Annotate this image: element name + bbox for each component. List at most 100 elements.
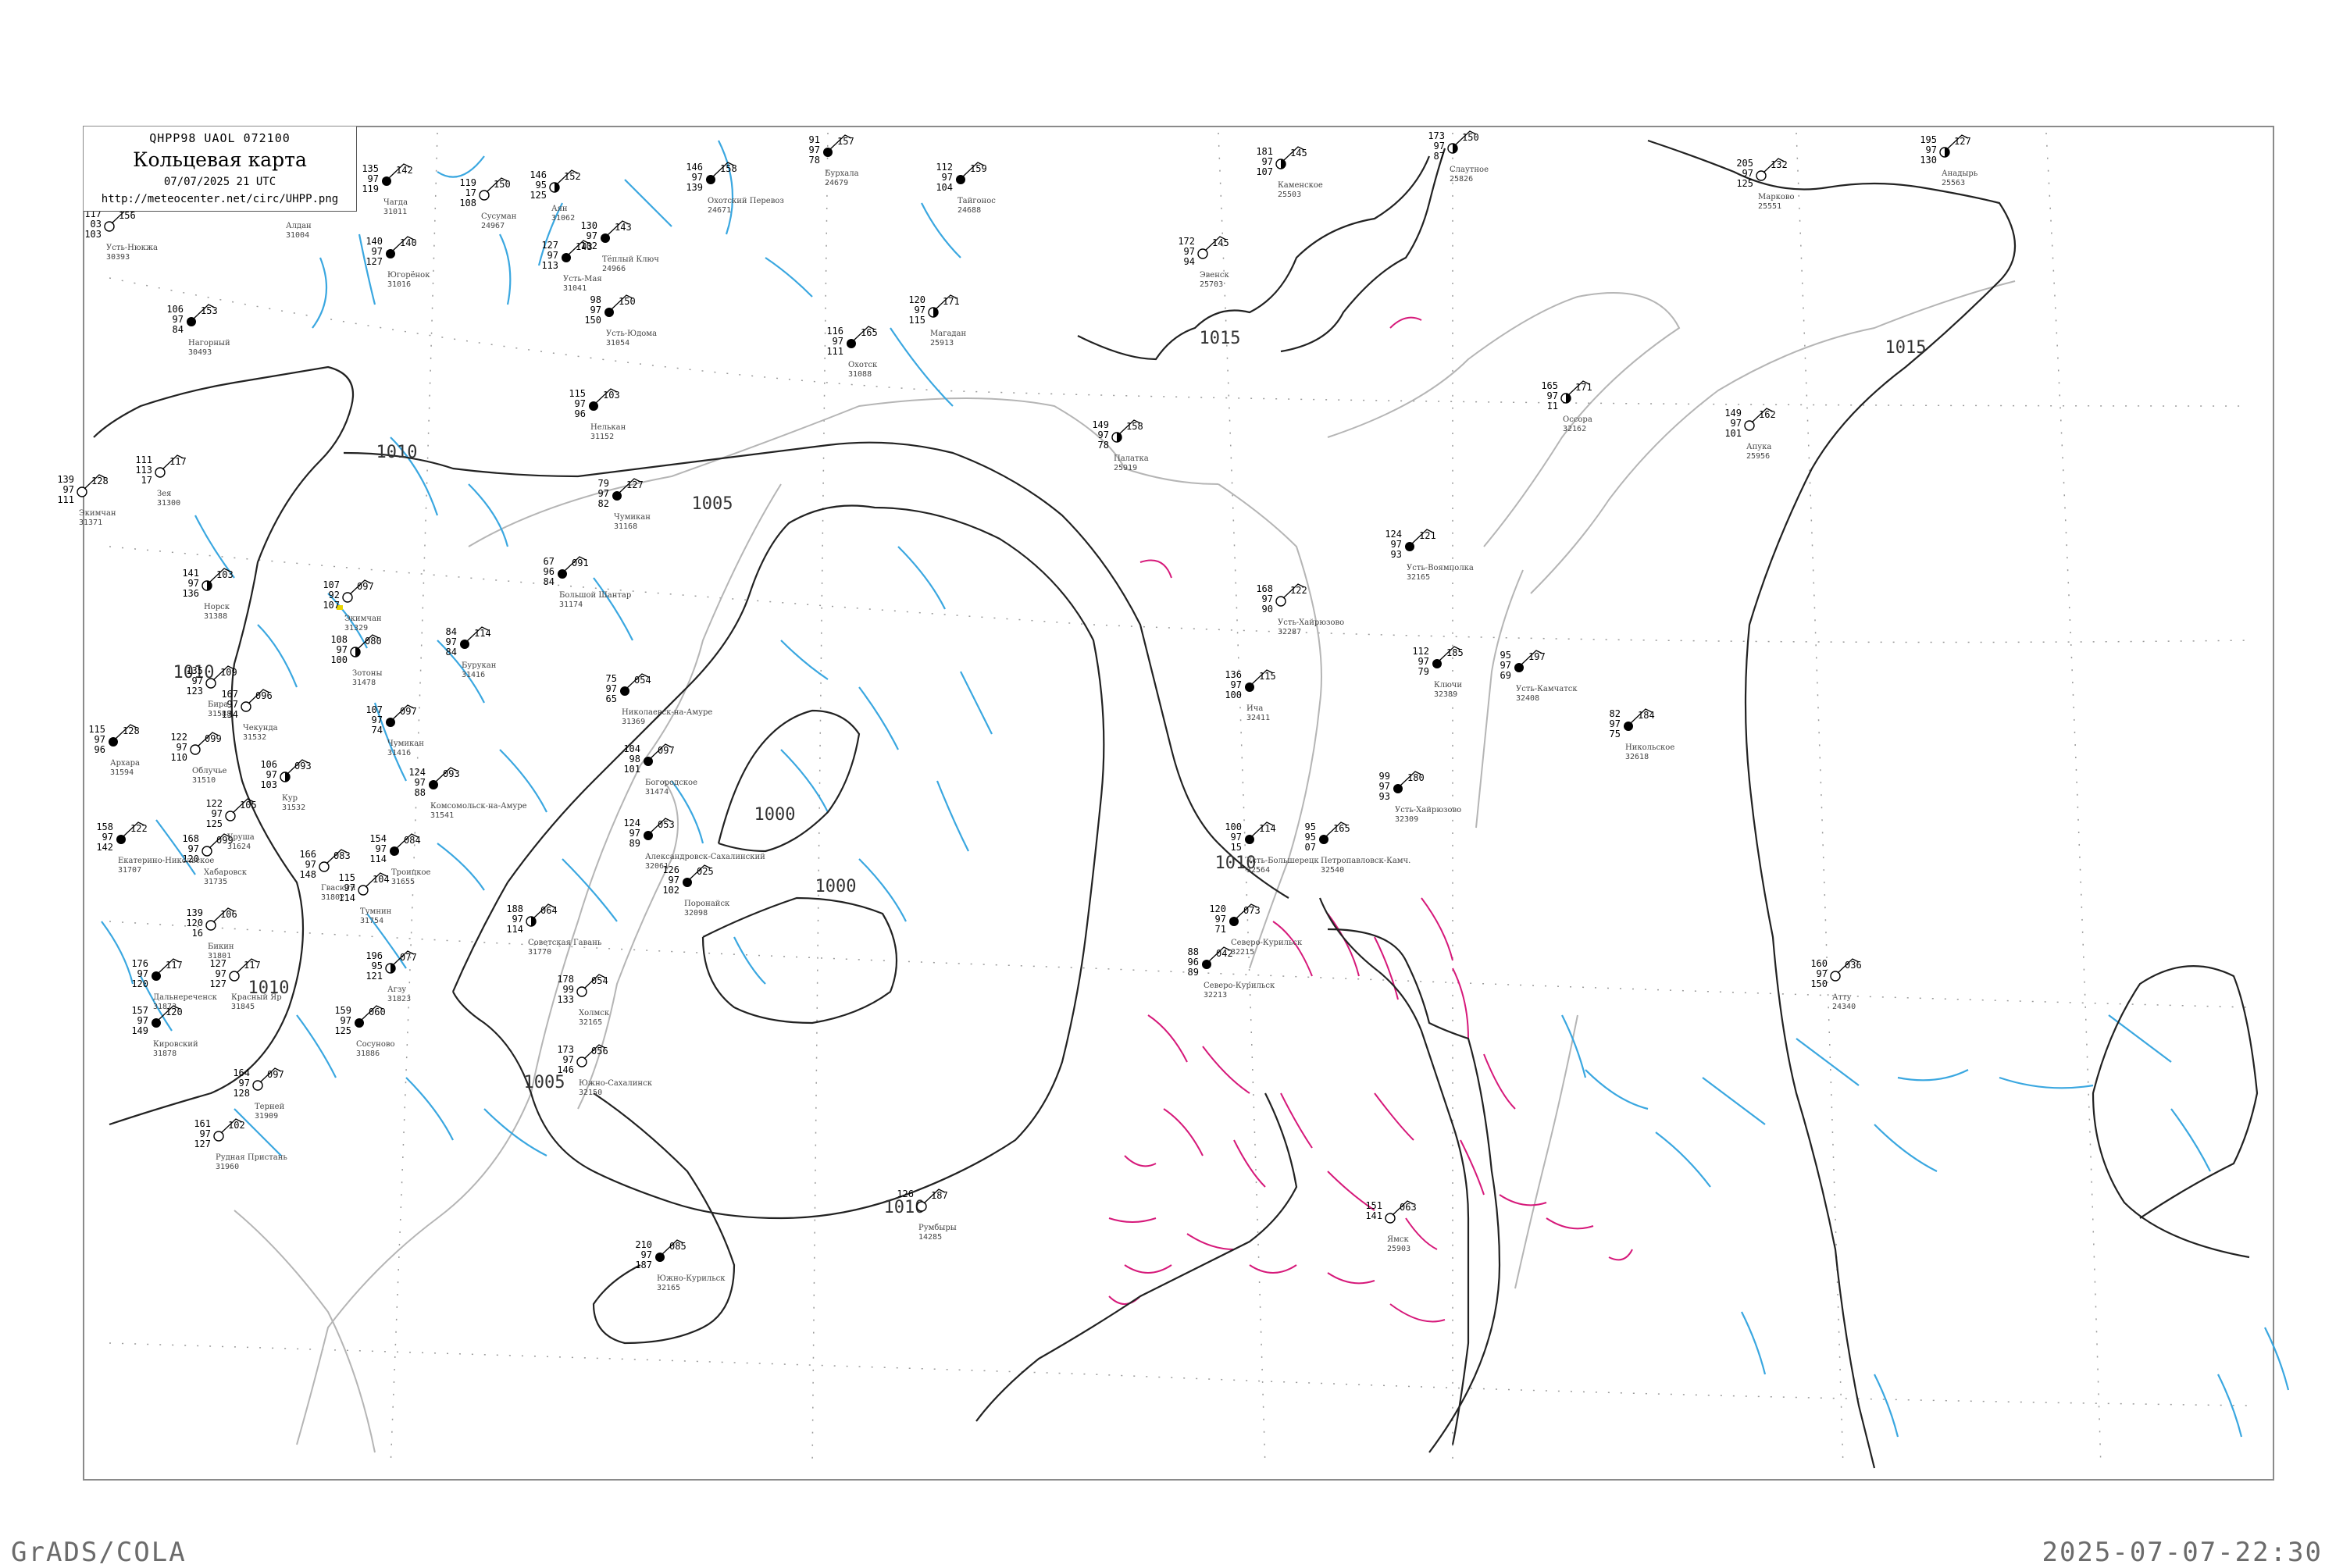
station-value: 97 — [368, 173, 379, 184]
station-pressure: 197 — [1528, 651, 1546, 662]
station-name: Южно-Курильск — [657, 1274, 726, 1283]
station-value: 126 — [662, 864, 679, 875]
station-value: 165 — [1541, 380, 1558, 391]
station-id: 32150 — [579, 1089, 602, 1097]
station-pressure: 097 — [357, 581, 374, 592]
station-value: 16 — [192, 928, 203, 939]
station-id: 32165 — [657, 1284, 680, 1292]
station-value: 115 — [338, 872, 355, 883]
station-value: 103 — [260, 779, 277, 790]
station-id: 31329 — [344, 624, 368, 633]
cloud-cover-full-icon — [601, 233, 610, 243]
station-pressure: 180 — [1407, 772, 1425, 783]
station-id: 32389 — [1434, 690, 1457, 699]
station-name: Норск — [204, 603, 230, 611]
station-id: 31041 — [563, 284, 587, 293]
cloud-cover-full-icon — [386, 718, 395, 727]
station-id: 24967 — [481, 222, 505, 230]
station-name: Комсомольск-на-Амуре — [430, 802, 527, 811]
station-value: 166 — [299, 849, 316, 860]
station-name: Хабаровск — [204, 868, 248, 877]
station-id: 32618 — [1625, 753, 1649, 761]
station-name: Усть-Хайрюзово — [1395, 806, 1461, 814]
station-name: Дальнереченск — [153, 993, 218, 1002]
cloud-cover-full-icon — [683, 878, 692, 887]
station-value: 97 — [641, 1249, 652, 1260]
station-value: 97 — [337, 644, 348, 655]
station-value: 210 — [635, 1239, 652, 1250]
station-value: 140 — [366, 236, 383, 247]
station-name: Экимчан — [344, 615, 382, 623]
station-name: Бикин — [208, 943, 234, 951]
station-pressure: 099 — [205, 733, 222, 744]
station-pressure: 084 — [404, 835, 421, 846]
station-pressure: 150 — [619, 296, 636, 307]
station-name: Екатерино-Никольское — [118, 857, 214, 865]
station-value: 75 — [606, 673, 617, 684]
station-value: 97 — [575, 398, 586, 409]
station-name: Оссора — [1563, 415, 1592, 424]
station-name: Сусуман — [481, 212, 517, 221]
station-value: 112 — [1412, 646, 1429, 657]
station-pressure: 117 — [166, 960, 183, 971]
station-pressure: 187 — [931, 1190, 948, 1201]
cloud-cover-empty-icon — [576, 986, 587, 997]
station-value: 100 — [1225, 690, 1242, 700]
station-id: 31960 — [216, 1163, 239, 1171]
station-value: 87 — [1434, 151, 1445, 162]
cloud-cover-empty-icon — [205, 920, 216, 931]
map-title: Кольцевая карта — [133, 148, 307, 171]
station-id: 31054 — [606, 339, 629, 347]
station-value: 97 — [629, 828, 640, 839]
station-value: 97 — [669, 875, 679, 886]
station-value: 124 — [1385, 529, 1402, 540]
station-value: 93 — [1379, 791, 1390, 802]
station-value: 101 — [623, 764, 640, 775]
station-value: 65 — [606, 693, 617, 704]
station-id: 31016 — [387, 280, 411, 289]
cloud-cover-full-icon — [1319, 835, 1328, 844]
isobar-label: 1005 — [692, 494, 733, 514]
station-value: 181 — [1256, 146, 1273, 157]
cloud-cover-empty-icon — [229, 971, 240, 982]
station-pressure: 093 — [294, 761, 312, 772]
isobar-label: 1005 — [524, 1073, 565, 1092]
station-value: 97 — [942, 172, 953, 183]
station-pressure: 171 — [1575, 382, 1592, 393]
station-id: 31474 — [645, 788, 669, 796]
station-value: 127 — [541, 240, 558, 251]
station-value: 97 — [1379, 781, 1390, 792]
station-value: 103 — [84, 229, 102, 240]
station-name: Эвенск — [1200, 271, 1229, 280]
station-id: 31416 — [387, 749, 411, 757]
station-pressure: 114 — [1259, 823, 1276, 834]
isobar-label: 1000 — [754, 805, 796, 825]
cloud-cover-empty-icon — [77, 486, 87, 497]
station-value: 133 — [557, 994, 574, 1005]
station-pressure: 097 — [267, 1069, 284, 1080]
station-value: 173 — [557, 1044, 574, 1055]
station-value: 102 — [580, 241, 597, 251]
station-name: Уруша — [227, 833, 255, 842]
station-id: 30393 — [106, 253, 130, 262]
station-name: Атту — [1832, 993, 1852, 1002]
station-value: 158 — [96, 821, 113, 832]
cloud-cover-empty-icon — [1830, 971, 1841, 982]
station-name: Николаевск-на-Амуре — [622, 708, 712, 717]
cloud-cover-full-icon — [604, 308, 614, 317]
station-value: 102 — [662, 885, 679, 896]
station-pressure: 185 — [1446, 647, 1464, 658]
station-name: Кировский — [153, 1040, 198, 1049]
cloud-cover-full-icon — [956, 175, 965, 184]
station-value: 124 — [408, 767, 426, 778]
station-value: 127 — [366, 256, 383, 267]
station-name: Ямск — [1387, 1235, 1409, 1244]
station-pressure: 120 — [166, 1007, 183, 1017]
station-pressure: 064 — [540, 905, 558, 916]
station-id: 25826 — [1450, 175, 1473, 184]
station-value: 116 — [826, 326, 843, 337]
station-value: 79 — [598, 478, 609, 489]
isobar-label: 1015 — [1200, 329, 1241, 348]
station-id: 31802 — [321, 893, 344, 902]
cloud-cover-fog-icon — [342, 592, 353, 603]
